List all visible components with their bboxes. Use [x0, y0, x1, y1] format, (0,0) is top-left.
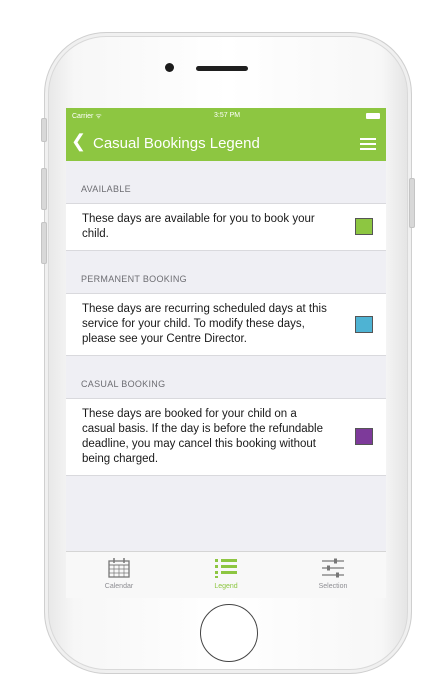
list-icon	[215, 559, 237, 578]
power-button	[409, 178, 415, 228]
section-header-casual: CASUAL BOOKING	[81, 379, 166, 389]
tab-bar: Calendar Legend Selection	[66, 551, 386, 598]
back-button-label[interactable]: Casual Bookings	[93, 135, 206, 152]
volume-up-button	[41, 168, 47, 210]
volume-down-button	[41, 222, 47, 264]
hamburger-menu-icon[interactable]	[360, 138, 376, 150]
carrier-label: Carrier ᯤ	[72, 113, 102, 120]
legend-description: These days are available for you to book…	[82, 213, 315, 240]
legend-row-permanent: These days are recurring scheduled days …	[66, 293, 386, 356]
home-button[interactable]	[200, 604, 258, 662]
status-time: 3:57 PM	[214, 112, 241, 119]
color-swatch-available	[355, 218, 373, 235]
navigation-bar: ❮ Casual Bookings Legend	[66, 125, 386, 161]
page-title: Legend	[209, 135, 260, 152]
back-chevron-icon[interactable]: ❮	[71, 131, 86, 151]
color-swatch-permanent	[355, 315, 373, 333]
tab-calendar[interactable]: Calendar	[66, 552, 172, 598]
color-swatch-casual	[355, 428, 373, 445]
legend-description: These days are recurring scheduled days …	[82, 303, 327, 345]
earpiece-speaker	[196, 66, 248, 71]
tab-legend[interactable]: Legend	[173, 552, 279, 598]
app-screen: Carrier ᯤ 3:57 PM ❮ Casual Bookings Lege…	[66, 108, 386, 598]
section-header-permanent: PERMANENT BOOKING	[81, 274, 187, 284]
front-camera	[165, 63, 174, 72]
tab-selection[interactable]: Selection	[280, 552, 386, 598]
tab-label-calendar: Calendar	[104, 583, 134, 590]
legend-list: AVAILABLE These days are available for y…	[66, 161, 386, 476]
mute-switch	[41, 118, 47, 142]
section-header-available: AVAILABLE	[81, 184, 131, 194]
legend-row-casual: These days are booked for your child on …	[66, 398, 386, 476]
legend-description: These days are booked for your child on …	[82, 408, 324, 465]
tab-label-legend: Legend	[214, 583, 238, 590]
status-bar: Carrier ᯤ 3:57 PM	[66, 108, 386, 125]
sliders-icon	[322, 558, 344, 578]
calendar-icon	[108, 558, 130, 578]
tab-label-selection: Selection	[318, 583, 348, 590]
battery-icon	[366, 113, 380, 119]
legend-row-available: These days are available for you to book…	[66, 203, 386, 251]
nav-title[interactable]: Casual Bookings Legend	[93, 135, 260, 152]
